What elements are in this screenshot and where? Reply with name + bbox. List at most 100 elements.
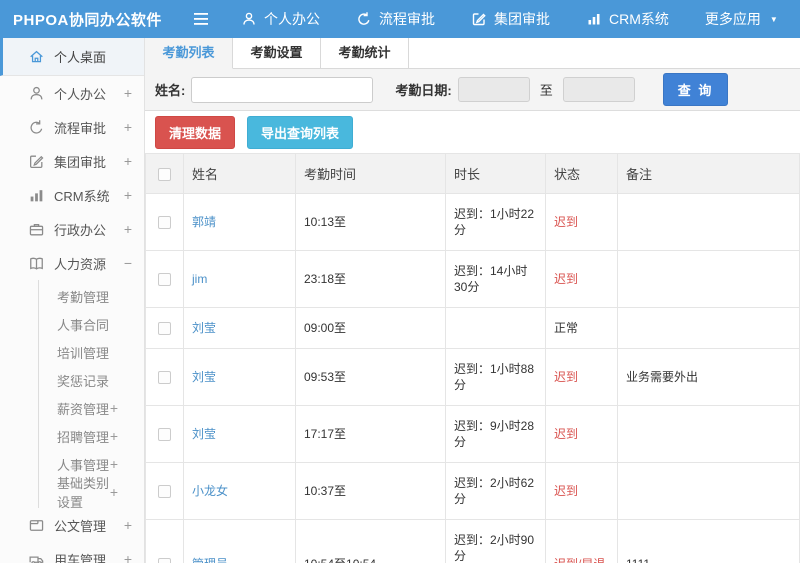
truck-icon [28,551,45,563]
employee-name-link[interactable]: 小龙女 [192,484,228,498]
tab-attendance-stats[interactable]: 考勤统计 [321,38,409,68]
bar-chart-icon [588,14,600,25]
sidebar-subitem-reward-punishment[interactable]: 奖惩记录 [39,366,144,394]
table-row: 刘莹 09:53至 迟到：1小时88分 迟到 业务需要外出 [145,348,800,406]
status-label: 迟到 [545,405,618,463]
duration-cell: 迟到：1小时22分 [445,193,546,251]
sidebar-item-workflow-approval[interactable]: 流程审批 + [0,110,144,144]
note-cell [617,250,800,308]
row-checkbox[interactable] [158,485,171,499]
sidebar-subitem-training-management[interactable]: 培训管理 [39,338,144,366]
table-row: 刘莹 09:00至 正常 [145,307,800,349]
employee-name-link[interactable]: 刘莹 [192,427,216,441]
note-cell [617,307,800,349]
bar-chart-icon [28,187,45,204]
column-header-duration: 时长 [445,153,546,194]
top-header: PHPOA协同办公软件 个人办公 流程审批 集团审批 CRM系统 更多应用 ▼ [0,0,800,38]
document-icon [28,517,45,534]
sidebar-subitem-base-category-settings[interactable]: 基础类别设置 + [39,476,144,510]
employee-name-link[interactable]: 刘莹 [192,370,216,384]
sidebar-subitem-salary-management[interactable]: 薪资管理 + [39,394,144,422]
briefcase-icon [28,221,45,238]
table-row: 小龙女 10:37至 迟到：2小时62分 迟到 [145,462,800,520]
sidebar-item-group-approval[interactable]: 集团审批 + [0,144,144,178]
duration-cell [445,307,546,349]
note-cell [617,462,800,520]
status-label: 迟到/早退 [545,519,618,563]
action-toolbar: 清理数据 导出查询列表 [145,111,800,153]
nav-crm-system[interactable]: CRM系统 [586,9,669,29]
menu-toggle-icon[interactable] [193,12,211,26]
nav-workflow-approval[interactable]: 流程审批 [356,9,435,29]
row-checkbox[interactable] [158,273,171,287]
tab-attendance-list[interactable]: 考勤列表 [145,38,233,69]
tab-attendance-settings[interactable]: 考勤设置 [233,38,321,68]
employee-name-link[interactable]: 刘莹 [192,321,216,335]
edit-icon [472,13,486,26]
duration-cell: 迟到：9小时28分 [445,405,546,463]
row-checkbox[interactable] [158,216,171,230]
date-to-input[interactable] [562,77,635,102]
note-cell [617,405,800,463]
note-cell: 1111 [617,519,800,563]
status-label: 迟到 [545,348,618,406]
table-row: 郭靖 10:13至 迟到：1小时22分 迟到 [145,193,800,251]
sidebar-subitem-hr-contract[interactable]: 人事合同 [39,310,144,338]
sidebar-item-human-resources[interactable]: 人力资源 − [0,246,144,280]
main-content: 考勤列表 考勤设置 考勤统计 姓名: 考勤日期: 至 查 询 清理数据 导出查询… [145,38,800,563]
status-label: 迟到 [545,250,618,308]
home-icon [28,48,45,65]
tab-bar: 考勤列表 考勤设置 考勤统计 [145,38,800,69]
workflow-icon [358,12,370,25]
nav-group-approval[interactable]: 集团审批 [471,9,550,29]
query-button[interactable]: 查 询 [662,73,729,106]
employee-name-link[interactable]: jim [192,272,207,286]
note-cell: 业务需要外出 [617,348,800,406]
nav-more-apps[interactable]: 更多应用 ▼ [705,9,778,29]
row-checkbox[interactable] [158,558,171,563]
sidebar-item-personal-desktop[interactable]: 个人桌面 [0,38,144,76]
sidebar-item-personal-office[interactable]: 个人办公 + [0,76,144,110]
search-bar: 姓名: 考勤日期: 至 查 询 [145,69,800,111]
note-cell [617,193,800,251]
user-icon [28,85,45,102]
attendance-time: 10:37至 [295,462,446,520]
select-all-checkbox[interactable] [158,168,171,182]
sidebar-item-crm-system[interactable]: CRM系统 + [0,178,144,212]
column-header-status: 状态 [545,153,618,194]
sidebar: 个人桌面 个人办公 + 流程审批 + 集团审批 + CRM系统 + 行政办公 +… [0,38,145,563]
status-label: 迟到 [545,462,618,520]
duration-cell: 迟到：1小时88分 [445,348,546,406]
sidebar-subitem-recruitment-management[interactable]: 招聘管理 + [39,422,144,450]
sidebar-item-admin-office[interactable]: 行政办公 + [0,212,144,246]
row-checkbox[interactable] [158,428,171,442]
sidebar-item-document-management[interactable]: 公文管理 + [0,508,144,542]
row-checkbox[interactable] [158,322,171,336]
name-label: 姓名: [155,83,186,98]
hr-submenu: 考勤管理 人事合同 培训管理 奖惩记录 薪资管理 + 招聘管理 + 人事管理 +… [38,280,144,510]
attendance-time: 23:18至 [295,250,446,308]
sidebar-subitem-attendance-management[interactable]: 考勤管理 [39,282,144,310]
nav-personal-office[interactable]: 个人办公 [241,9,320,29]
table-row: 刘莹 17:17至 迟到：9小时28分 迟到 [145,405,800,463]
row-checkbox[interactable] [158,371,171,385]
duration-cell: 迟到：14小时30分 [445,250,546,308]
clean-data-button[interactable]: 清理数据 [155,115,236,149]
caret-down-icon: ▼ [769,14,778,24]
date-from-input[interactable] [457,77,530,102]
name-input[interactable] [191,76,374,103]
export-list-button[interactable]: 导出查询列表 [247,115,354,149]
employee-name-link[interactable]: 管理员 [192,557,228,563]
edit-icon [28,153,45,170]
sidebar-item-vehicle-management[interactable]: 用车管理 + [0,542,144,563]
to-label: 至 [539,83,553,98]
attendance-table: 姓名 考勤时间 时长 状态 备注 郭靖 10:13至 迟到：1小时22分 迟到 [145,153,800,563]
book-icon [28,255,45,272]
attendance-time: 10:54至10:54 [295,519,446,563]
user-icon [243,12,255,25]
status-label: 正常 [545,307,618,349]
attendance-time: 09:53至 [295,348,446,406]
employee-name-link[interactable]: 郭靖 [192,215,216,229]
date-label: 考勤日期: [395,83,452,98]
column-header-name: 姓名 [183,153,296,194]
